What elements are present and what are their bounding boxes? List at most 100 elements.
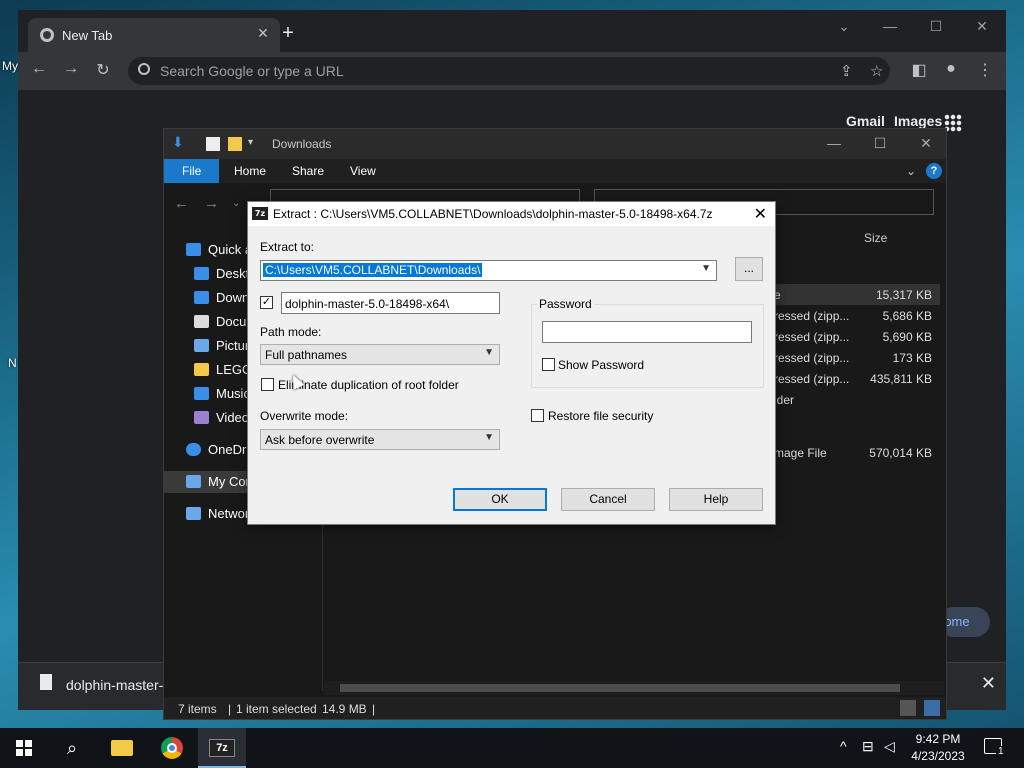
restore-security-checkbox[interactable] <box>531 409 544 422</box>
ribbon-tab-view[interactable]: View <box>336 159 390 183</box>
desktop-icon-label-my: My <box>2 59 18 73</box>
ribbon-tab-file[interactable]: File <box>164 159 219 183</box>
taskbar-file-explorer[interactable] <box>98 728 146 768</box>
file-row[interactable]: ressed (zipp... 5,690 KB <box>770 326 940 347</box>
computer-icon <box>186 475 201 488</box>
restore-security-label[interactable]: Restore file security <box>548 409 653 423</box>
overwrite-mode-select[interactable]: Ask before overwrite ▼ <box>260 429 500 450</box>
details-view-icon[interactable] <box>900 700 916 716</box>
desktop-icon-label-n: N <box>8 356 17 370</box>
clock-date: 4/23/2023 <box>911 749 965 763</box>
file-icon <box>40 674 52 690</box>
new-folder-icon[interactable] <box>228 137 242 151</box>
tab-title: New Tab <box>62 28 113 43</box>
ok-button[interactable]: OK <box>453 488 547 511</box>
chevron-down-icon[interactable]: ▼ <box>701 263 711 274</box>
path-mode-select[interactable]: Full pathnames ▼ <box>260 344 500 365</box>
eliminate-duplication-checkbox[interactable] <box>261 378 274 391</box>
close-window-icon[interactable]: ✕ <box>970 18 994 35</box>
start-button[interactable] <box>0 728 48 768</box>
show-hidden-icons-icon[interactable]: ^ <box>840 738 847 754</box>
file-row[interactable]: ressed (zipp... 173 KB <box>770 347 940 368</box>
network-icon <box>186 507 201 520</box>
share-icon[interactable]: ⇪ <box>840 62 853 80</box>
expand-ribbon-icon[interactable]: ⌄ <box>892 159 930 183</box>
explorer-back-icon[interactable]: ← <box>174 195 189 212</box>
ribbon: File Home Share View ⌄ ? <box>164 159 946 183</box>
forward-icon[interactable]: → <box>60 60 82 78</box>
new-tab-button[interactable]: + <box>276 22 300 45</box>
minimize-icon[interactable]: — <box>878 18 902 34</box>
taskbar-chrome[interactable] <box>148 728 196 768</box>
file-row[interactable]: e 15,317 KB <box>770 284 940 305</box>
tab-close-icon[interactable]: ✕ <box>254 25 272 42</box>
explorer-maximize-icon[interactable]: ☐ <box>868 135 892 152</box>
taskbar-clock[interactable]: 9:42 PM 4/23/2023 <box>904 731 972 765</box>
star-icon <box>186 243 201 256</box>
gmail-link[interactable]: Gmail <box>846 113 885 129</box>
menu-icon[interactable]: ⋮ <box>974 60 996 80</box>
network-status-icon[interactable]: ⊟ <box>862 738 874 755</box>
path-mode-label: Path mode: <box>260 325 322 339</box>
status-bar: 7 items | 1 item selected 14.9 MB | <box>164 697 946 719</box>
file-row[interactable]: lder <box>770 389 940 410</box>
download-arrow-icon[interactable]: ⬇ <box>172 134 186 150</box>
status-selected: 1 item selected <box>236 702 317 716</box>
subfolder-checkbox[interactable]: ✓ <box>260 296 273 309</box>
password-input[interactable] <box>542 321 752 343</box>
side-panel-icon[interactable]: ◧ <box>908 60 930 80</box>
omnibox[interactable]: Search Google or type a URL ⇪ ☆ <box>128 57 890 85</box>
extract-to-combo[interactable]: C:\Users\VM5.COLLABNET\Downloads\ ▼ <box>260 260 717 281</box>
volume-icon[interactable]: ◁ <box>884 738 895 755</box>
customize-quick-access-icon[interactable]: ▾ <box>248 137 262 151</box>
7zip-logo-icon: 7z <box>252 207 268 220</box>
file-row[interactable]: mage File 570,014 KB <box>770 442 940 463</box>
close-download-shelf-icon[interactable]: ✕ <box>981 673 996 694</box>
explorer-minimize-icon[interactable]: — <box>822 135 846 151</box>
horizontal-scrollbar[interactable] <box>324 681 944 695</box>
column-header-size[interactable]: Size <box>864 231 887 245</box>
profile-icon[interactable]: ● <box>940 60 962 78</box>
recent-locations-icon[interactable]: ⌄ <box>232 198 240 209</box>
show-password-label[interactable]: Show Password <box>558 358 644 372</box>
help-icon[interactable]: ? <box>926 163 942 179</box>
download-filename[interactable]: dolphin-master-5 <box>66 677 171 693</box>
help-button[interactable]: Help <box>669 488 763 511</box>
video-icon <box>194 411 209 424</box>
reload-icon[interactable]: ↻ <box>92 60 114 80</box>
file-row[interactable]: ressed (zipp... 5,686 KB <box>770 305 940 326</box>
maximize-icon[interactable]: ☐ <box>924 18 948 35</box>
bookmark-star-icon[interactable]: ☆ <box>870 62 883 80</box>
properties-icon[interactable] <box>206 137 220 151</box>
taskbar-7zip[interactable]: 7z <box>198 728 246 768</box>
explorer-close-icon[interactable]: ✕ <box>914 135 938 152</box>
eliminate-duplication-label[interactable]: Eliminate duplication of root folder <box>278 378 459 392</box>
chrome-tab[interactable]: New Tab ✕ <box>28 18 280 52</box>
search-button[interactable]: ⌕ <box>48 728 96 768</box>
status-divider: | <box>228 702 232 716</box>
clock-time: 9:42 PM <box>915 732 961 746</box>
scrollbar-thumb[interactable] <box>340 684 900 692</box>
tab-search-icon[interactable]: ⌄ <box>832 18 856 35</box>
ribbon-tab-share[interactable]: Share <box>278 159 338 183</box>
explorer-forward-icon[interactable]: → <box>204 195 219 212</box>
status-size: 14.9 MB <box>322 702 367 716</box>
show-password-checkbox[interactable] <box>542 358 555 371</box>
images-link[interactable]: Images <box>894 113 942 129</box>
status-item-count: 7 items <box>178 702 217 716</box>
password-group-label: Password <box>537 297 594 311</box>
explorer-titlebar: ⬇ ▾ Downloads — ☐ ✕ <box>164 129 946 159</box>
extract-to-value: C:\Users\VM5.COLLABNET\Downloads\ <box>263 263 483 277</box>
desktop-icon <box>194 267 209 280</box>
chrome-icon-center <box>167 743 177 753</box>
dialog-close-icon[interactable]: ✕ <box>754 204 767 224</box>
subfolder-field[interactable]: dolphin-master-5.0-18498-x64\ <box>281 292 500 314</box>
back-icon[interactable]: ← <box>28 60 50 78</box>
large-icons-view-icon[interactable] <box>924 700 940 716</box>
cancel-button[interactable]: Cancel <box>561 488 655 511</box>
ribbon-tab-home[interactable]: Home <box>220 159 280 183</box>
dialog-titlebar: 7z Extract : C:\Users\VM5.COLLABNET\Down… <box>248 202 775 226</box>
file-row[interactable]: ressed (zipp... 435,811 KB <box>770 368 940 389</box>
status-divider: | <box>372 702 376 716</box>
browse-button[interactable]: ... <box>735 257 763 281</box>
